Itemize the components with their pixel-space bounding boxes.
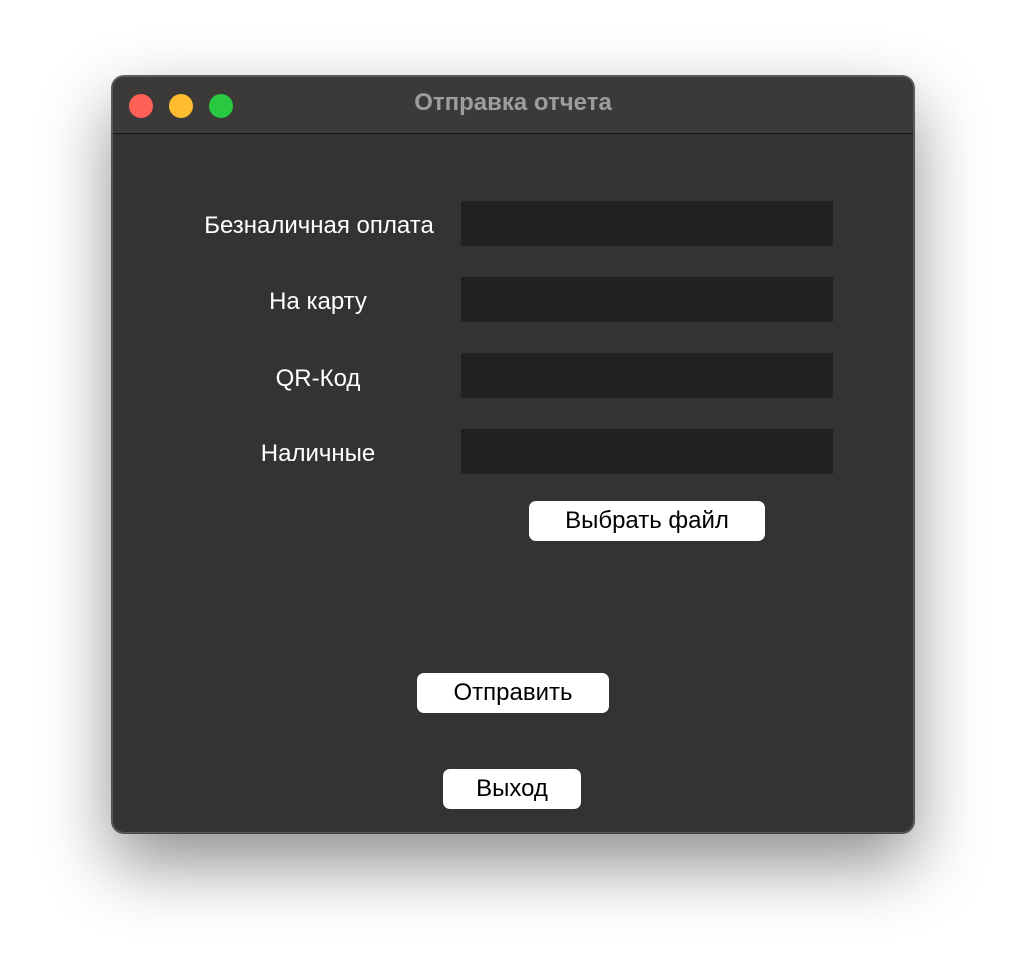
choose-file-button[interactable]: Выбрать файл (529, 501, 765, 541)
title-bar[interactable]: Отправка отчета (113, 77, 913, 134)
to-card-label: На карту (269, 288, 367, 315)
qr-code-label: QR-Код (275, 365, 361, 392)
desktop-background: Отправка отчета Безналичная оплата На ка… (0, 0, 1024, 980)
cashless-payment-label: Безналичная оплата (204, 212, 434, 239)
cash-field[interactable] (461, 429, 833, 474)
cashless-payment-field[interactable] (461, 201, 833, 246)
exit-button[interactable]: Выход (443, 769, 581, 809)
send-button[interactable]: Отправить (417, 673, 609, 713)
window-title: Отправка отчета (414, 89, 612, 116)
cash-label: Наличные (260, 440, 376, 467)
to-card-field[interactable] (461, 277, 833, 322)
report-window: Отправка отчета Безналичная оплата На ка… (112, 76, 914, 833)
qr-code-field[interactable] (461, 353, 833, 398)
